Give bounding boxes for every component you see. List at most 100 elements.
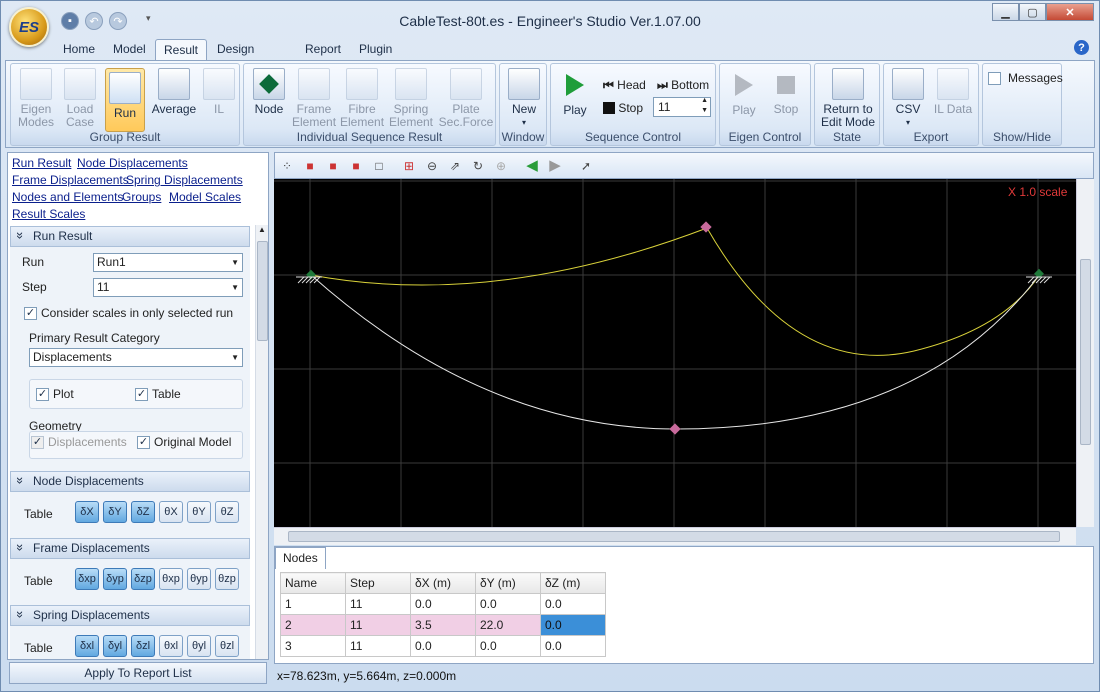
frame-typ-toggle[interactable]: θyp (187, 568, 211, 590)
il-data-button[interactable]: IL Data (930, 68, 976, 116)
consider-scales-checkbox[interactable] (24, 307, 37, 320)
new-window-button[interactable]: New ▾ (506, 68, 542, 129)
fit-icon[interactable]: ⊕ (493, 158, 509, 174)
back-icon[interactable]: ◀ (524, 158, 540, 174)
col-name[interactable]: Name (280, 572, 346, 594)
scrollbar-thumb[interactable] (288, 531, 1060, 542)
view-wire-icon[interactable]: □ (371, 158, 387, 174)
table-row[interactable]: 3 11 0.0 0.0 0.0 (280, 635, 606, 657)
cell[interactable]: 11 (345, 593, 411, 615)
node-midspan-marker[interactable] (669, 423, 681, 435)
frame-dxp-toggle[interactable]: δxp (75, 568, 99, 590)
pointer-icon[interactable]: ➚ (578, 158, 594, 174)
spring-tyl-toggle[interactable]: θyl (187, 635, 211, 657)
node-2-marker[interactable] (700, 221, 712, 233)
return-edit-button[interactable]: Return to Edit Mode (819, 68, 877, 129)
col-dy[interactable]: δY (m) (475, 572, 541, 594)
viewport-hscrollbar[interactable] (274, 527, 1076, 545)
bottom-button[interactable]: ⏭ Bottom (657, 78, 709, 93)
scrollbar-thumb[interactable] (1080, 259, 1091, 445)
minimize-icon[interactable]: ▁ (992, 3, 1019, 21)
cell[interactable]: 2 (280, 614, 346, 636)
scroll-up-icon[interactable]: ▲ (258, 225, 266, 234)
node-dy-toggle[interactable]: δY (103, 501, 127, 523)
spring-dzl-toggle[interactable]: δzl (131, 635, 155, 657)
fibre-element-button[interactable]: Fibre Element (340, 68, 384, 129)
link-run-result[interactable]: Run Result (12, 156, 71, 170)
geo-displacements-checkbox[interactable] (31, 436, 44, 449)
eigen-play-button[interactable]: Play (726, 68, 762, 117)
spring-tzl-toggle[interactable]: θzl (215, 635, 239, 657)
link-nodes-elements[interactable]: Nodes and Elements (12, 190, 123, 204)
link-node-displacements[interactable]: Node Displacements (77, 156, 188, 170)
node-button[interactable]: Node (250, 68, 288, 116)
node-displacements-header[interactable]: Node Displacements (10, 471, 250, 492)
tab-home[interactable]: Home (55, 39, 103, 61)
plate-force-button[interactable]: Plate Sec.Force (438, 68, 494, 129)
frame-displacements-header[interactable]: Frame Displacements (10, 538, 250, 559)
spring-dxl-toggle[interactable]: δxl (75, 635, 99, 657)
il-button[interactable]: IL (201, 68, 237, 116)
cell[interactable]: 11 (345, 614, 411, 636)
frame-txp-toggle[interactable]: θxp (159, 568, 183, 590)
zoom-window-icon[interactable]: ⊞ (401, 158, 417, 174)
frame-dzp-toggle[interactable]: δzp (131, 568, 155, 590)
table-checkbox[interactable] (135, 388, 148, 401)
tab-design-check[interactable]: Design Check (209, 39, 262, 76)
average-button[interactable]: Average (151, 68, 197, 116)
cell[interactable]: 0.0 (475, 635, 541, 657)
frame-dyp-toggle[interactable]: δyp (103, 568, 127, 590)
table-row-selected[interactable]: 2 11 3.5 22.0 0.0 (280, 614, 606, 636)
maximize-icon[interactable]: ▢ (1019, 3, 1046, 21)
node-ty-toggle[interactable]: θY (187, 501, 211, 523)
run-button[interactable]: Run (105, 68, 145, 132)
stop-button[interactable]: Stop (603, 101, 643, 115)
view-side-icon[interactable]: ■ (348, 158, 364, 174)
node-tz-toggle[interactable]: θZ (215, 501, 239, 523)
frame-tzp-toggle[interactable]: θzp (215, 568, 239, 590)
messages-checkbox[interactable] (988, 72, 1001, 85)
scrollbar-thumb[interactable] (257, 241, 268, 341)
select-all-icon[interactable]: ⁘ (279, 158, 295, 174)
cell[interactable]: 0.0 (410, 635, 476, 657)
spring-dyl-toggle[interactable]: δyl (103, 635, 127, 657)
cell[interactable]: 0.0 (475, 593, 541, 615)
run-select[interactable]: Run1 (93, 253, 243, 272)
frame-element-button[interactable]: Frame Element (292, 68, 336, 129)
cell[interactable]: 11 (345, 635, 411, 657)
tab-result[interactable]: Result (155, 39, 208, 61)
cell[interactable]: 3 (280, 635, 346, 657)
help-icon[interactable]: ? (1074, 40, 1089, 55)
eigen-modes-button[interactable]: Eigen Modes (17, 68, 55, 129)
model-viewport[interactable] (274, 179, 1076, 527)
spring-txl-toggle[interactable]: θxl (159, 635, 183, 657)
cell[interactable]: 0.0 (410, 593, 476, 615)
cell-current[interactable]: 0.0 (540, 614, 606, 636)
spring-element-button[interactable]: Spring Element (388, 68, 434, 129)
col-step[interactable]: Step (345, 572, 411, 594)
eigen-stop-button[interactable]: Stop (768, 68, 804, 116)
original-model-checkbox[interactable] (137, 436, 150, 449)
link-model-scales[interactable]: Model Scales (169, 190, 241, 204)
apply-report-button[interactable]: Apply To Report List (9, 662, 267, 684)
plot-checkbox[interactable] (36, 388, 49, 401)
viewport-vscrollbar[interactable] (1076, 179, 1094, 527)
link-groups[interactable]: Groups (122, 190, 161, 204)
link-result-scales[interactable]: Result Scales (12, 207, 85, 221)
spring-displacements-header[interactable]: Spring Displacements (10, 605, 250, 626)
tab-report[interactable]: Report (297, 39, 349, 61)
link-spring-displacements[interactable]: Spring Displacements (126, 173, 243, 187)
node-tx-toggle[interactable]: θX (159, 501, 183, 523)
tab-nodes[interactable]: Nodes (275, 547, 326, 569)
primary-category-select[interactable]: Displacements (29, 348, 243, 367)
close-icon[interactable]: ✕ (1046, 3, 1094, 21)
tab-model[interactable]: Model (105, 39, 154, 61)
load-case-button[interactable]: Load Case (61, 68, 99, 129)
tab-plugin[interactable]: Plugin (351, 39, 400, 61)
cell[interactable]: 0.0 (540, 635, 606, 657)
left-scrollbar[interactable]: ▲ (255, 225, 268, 659)
cell[interactable]: 0.0 (540, 593, 606, 615)
view-front-icon[interactable]: ■ (325, 158, 341, 174)
rotate-icon[interactable]: ↻ (470, 158, 486, 174)
cell[interactable]: 3.5 (410, 614, 476, 636)
